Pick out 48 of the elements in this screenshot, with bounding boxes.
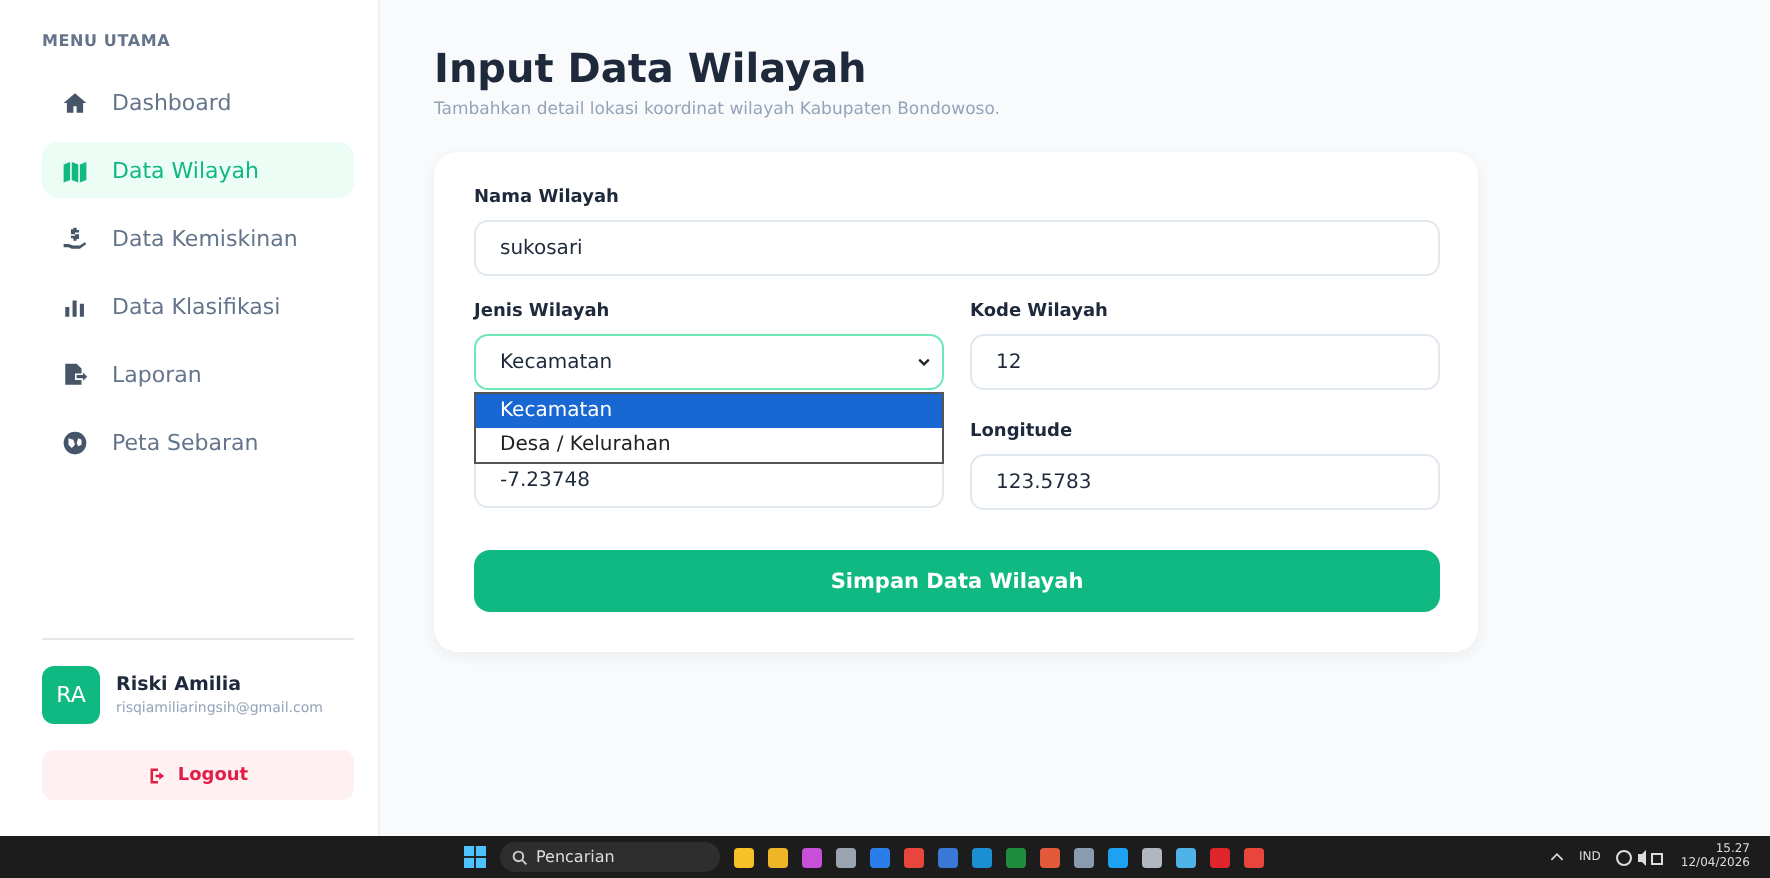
app-tile-icon[interactable] bbox=[1210, 847, 1230, 867]
app-tile-icon[interactable] bbox=[1074, 847, 1094, 867]
field-label: Kode Wilayah bbox=[970, 302, 1110, 322]
menu-heading: MENU UTAMA bbox=[42, 32, 173, 50]
logout-button[interactable]: Logout bbox=[42, 750, 354, 800]
app-tile-icon[interactable] bbox=[802, 847, 822, 867]
app-tile-icon[interactable] bbox=[1040, 847, 1060, 867]
system-tray-icons[interactable] bbox=[1616, 847, 1665, 867]
caret-up-icon[interactable] bbox=[1549, 852, 1564, 862]
app-tile-icon[interactable] bbox=[1244, 847, 1264, 867]
nav-item[interactable]: Data Klasifikasi bbox=[42, 278, 354, 334]
app-tile-icon[interactable] bbox=[1006, 847, 1026, 867]
user-name: Riski Amilia bbox=[116, 674, 244, 696]
input-field[interactable]: 123.5783 bbox=[970, 454, 1440, 510]
hand-coin-icon bbox=[62, 225, 88, 251]
input-field[interactable]: 12 bbox=[970, 334, 1440, 390]
app-tile-icon[interactable] bbox=[972, 847, 992, 867]
nav-item[interactable]: Data Kemiskinan bbox=[42, 210, 354, 266]
page-title: Input Data Wilayah bbox=[434, 44, 869, 92]
nav-item[interactable]: Laporan bbox=[42, 346, 354, 402]
dropdown-option[interactable]: Kecamatan bbox=[476, 394, 942, 428]
globe-icon bbox=[62, 429, 88, 455]
nav-item[interactable]: Dashboard bbox=[42, 74, 354, 130]
field-label: Longitude bbox=[970, 422, 1075, 442]
app-tile-icon[interactable] bbox=[904, 847, 924, 867]
select-field[interactable]: Kecamatan bbox=[474, 334, 944, 390]
search-icon bbox=[512, 849, 528, 865]
field-label: Nama Wilayah bbox=[474, 188, 621, 208]
taskbar-search-field[interactable]: Pencarian bbox=[500, 842, 720, 872]
field-label: Jenis Wilayah bbox=[474, 302, 612, 322]
app-tile-icon[interactable] bbox=[938, 847, 958, 867]
logout-icon bbox=[147, 765, 168, 785]
input-field[interactable]: sukosari bbox=[474, 220, 1440, 276]
app-tile-icon[interactable] bbox=[1108, 847, 1128, 867]
app-tile-icon[interactable] bbox=[768, 847, 788, 867]
page-subtitle: Tambahkan detail lokasi koordinat wilayah Kabupaten Bondowoso. bbox=[434, 100, 1002, 120]
avatar: RA bbox=[42, 666, 100, 724]
chevron-down-icon bbox=[916, 354, 932, 370]
file-export-icon bbox=[62, 361, 88, 387]
windows-start-icon[interactable] bbox=[464, 846, 486, 868]
home-icon bbox=[62, 89, 88, 115]
map-icon bbox=[62, 157, 88, 183]
app-tile-icon[interactable] bbox=[836, 847, 856, 867]
nav-item[interactable]: Peta Sebaran bbox=[42, 414, 354, 470]
app-tile-icon[interactable] bbox=[1142, 847, 1162, 867]
app-tile-icon[interactable] bbox=[1176, 847, 1196, 867]
app-tile-icon[interactable] bbox=[870, 847, 890, 867]
app-tile-icon[interactable] bbox=[734, 847, 754, 867]
